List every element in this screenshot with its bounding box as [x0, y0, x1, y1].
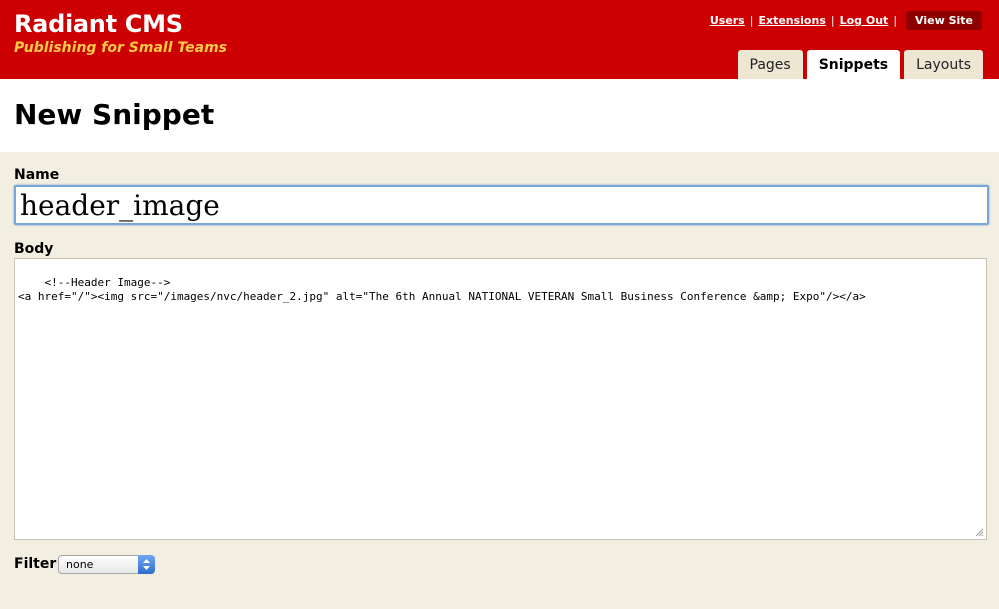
tab-snippets[interactable]: Snippets: [806, 50, 901, 79]
up-down-arrows-icon: [138, 555, 155, 574]
main-tabs: Pages Snippets Layouts: [737, 50, 983, 79]
tab-pages[interactable]: Pages: [737, 50, 803, 79]
link-separator: |: [749, 14, 754, 27]
name-input[interactable]: [14, 185, 989, 225]
extensions-link[interactable]: Extensions: [758, 14, 825, 27]
body-text: <!--Header Image--> <a href="/"><img src…: [18, 276, 866, 303]
link-separator: |: [893, 14, 898, 27]
app-tagline: Publishing for Small Teams: [14, 40, 227, 56]
resize-grip-icon[interactable]: [975, 528, 984, 537]
body-label: Body: [14, 241, 54, 257]
top-nav-links: Users | Extensions | Log Out | View Site: [710, 11, 982, 30]
link-separator: |: [830, 14, 835, 27]
view-site-button[interactable]: View Site: [906, 11, 982, 30]
page-title: New Snippet: [14, 98, 215, 131]
tab-layouts[interactable]: Layouts: [904, 50, 983, 79]
app-title: Radiant CMS: [14, 10, 183, 38]
header-bar: Radiant CMS Publishing for Small Teams U…: [0, 0, 999, 79]
filter-select[interactable]: none: [58, 555, 155, 574]
body-textarea[interactable]: <!--Header Image--> <a href="/"><img src…: [14, 258, 987, 540]
name-label: Name: [14, 167, 60, 183]
users-link[interactable]: Users: [710, 14, 745, 27]
snippet-form: Name Body <!--Header Image--> <a href="/…: [0, 152, 999, 609]
filter-selected-value: none: [66, 558, 94, 571]
logout-link[interactable]: Log Out: [840, 14, 889, 27]
filter-label: Filter: [14, 556, 57, 572]
